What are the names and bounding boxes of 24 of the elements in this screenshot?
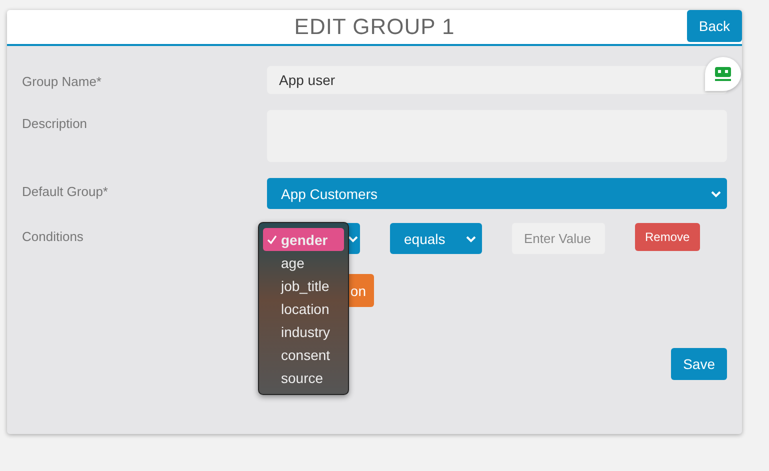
chat-bubble-button[interactable] — [705, 57, 741, 91]
value-field[interactable]: Enter Value — [512, 223, 605, 254]
page-title: EDIT GROUP 1 — [294, 14, 455, 40]
remove-button[interactable]: Remove — [635, 223, 700, 251]
default-group-select[interactable]: App Customers — [267, 178, 727, 209]
operator-select[interactable]: equals — [390, 223, 482, 254]
menu-option[interactable]: industry — [263, 320, 344, 343]
save-button[interactable]: Save — [671, 348, 727, 380]
back-button[interactable]: Back — [686, 10, 742, 42]
chevron-icon — [466, 234, 476, 242]
field-label: Default Group* — [22, 183, 109, 199]
menu-option[interactable]: consent — [263, 343, 344, 366]
group-name-field[interactable]: App user — [267, 66, 727, 94]
field-label: Conditions — [22, 228, 84, 244]
menu-option[interactable]: age — [263, 251, 344, 274]
menu-option[interactable]: location — [263, 297, 344, 320]
chevron-icon — [348, 234, 358, 242]
field-label: Description — [22, 115, 88, 131]
field-label: Group Name* — [22, 73, 102, 89]
menu-option[interactable]: source — [263, 366, 344, 389]
chevron-icon — [711, 190, 721, 198]
menu-option[interactable]: job_title — [263, 274, 344, 297]
robot-icon — [714, 66, 732, 82]
check-icon — [267, 235, 277, 245]
